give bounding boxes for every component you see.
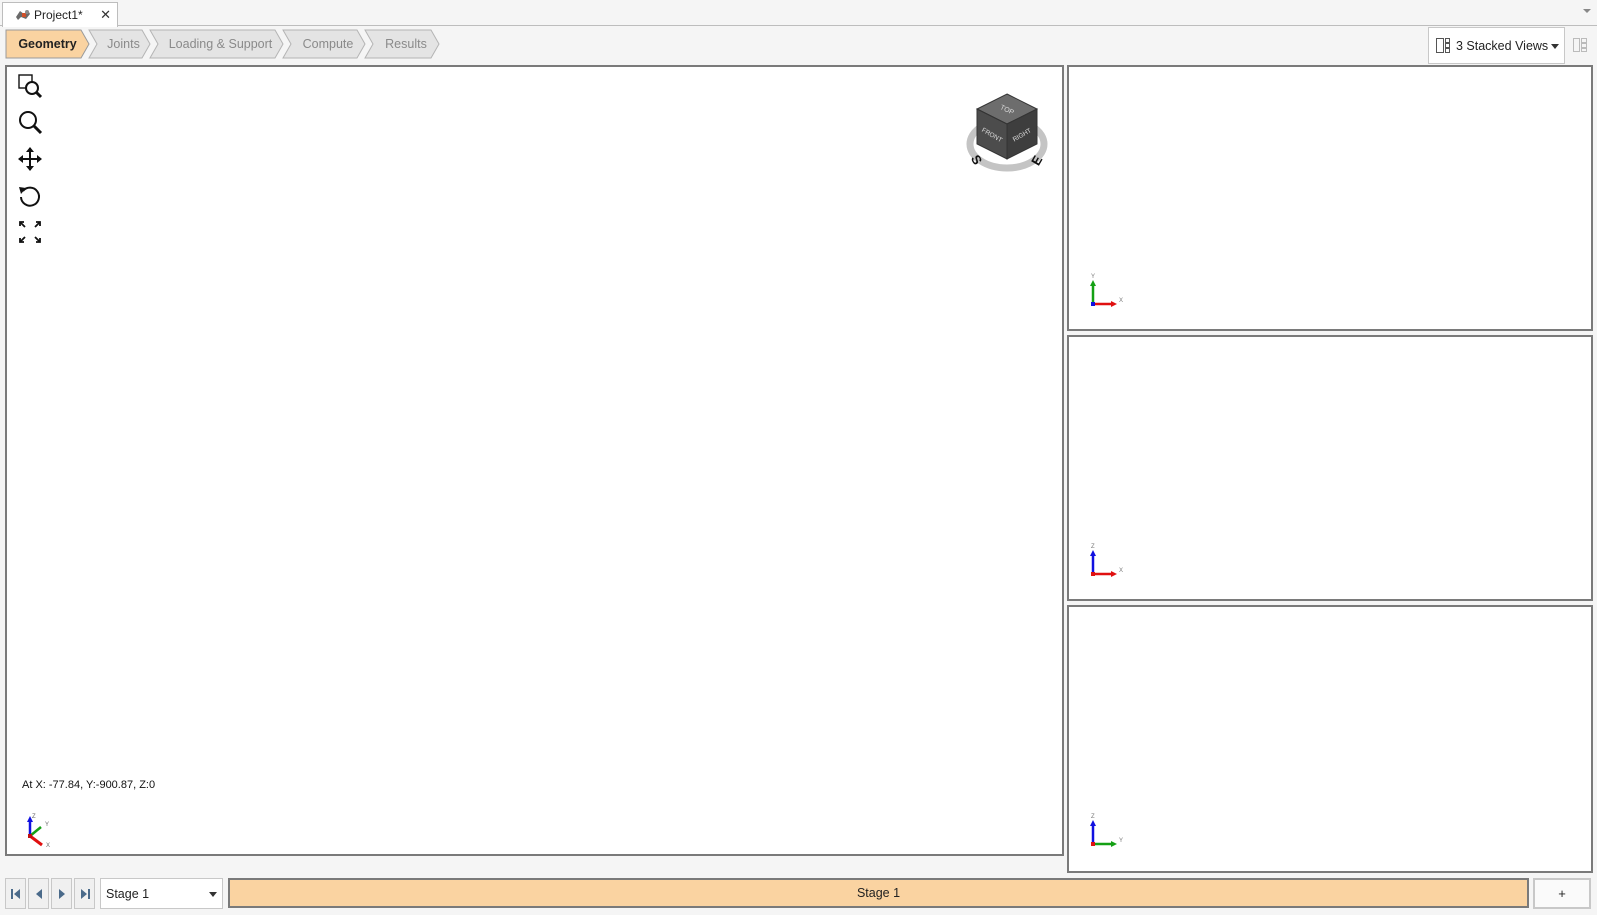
document-tab[interactable]: Project1* ✕ [2, 2, 118, 27]
workflow-breadcrumb: Geometry Joints Loading & Support Comput… [5, 29, 440, 59]
zoom-button[interactable] [15, 107, 45, 137]
project-icon [16, 10, 30, 20]
chevron-down-icon [209, 892, 217, 897]
stage-select-value: Stage 1 [106, 886, 150, 901]
zoom-extents-icon [19, 221, 41, 243]
side-viewport-middle[interactable]: Z X [1067, 335, 1593, 601]
last-stage-button[interactable] [74, 878, 95, 909]
previous-stage-icon [35, 888, 42, 899]
side-viewport-bottom[interactable]: Z Y [1067, 605, 1593, 873]
workflow-step-loading-support[interactable]: Loading & Support [149, 29, 284, 59]
stage-toolbar: Stage 1 Stage 1 + [0, 876, 1597, 915]
chevron-down-icon [1551, 44, 1559, 49]
tab-overflow-chevron-icon[interactable] [1583, 9, 1591, 13]
triad-label-up: Z [1091, 544, 1095, 550]
next-stage-button[interactable] [51, 878, 72, 909]
add-stage-button[interactable]: + [1533, 878, 1591, 909]
close-icon[interactable]: ✕ [100, 7, 111, 23]
triad-label-up: Z [1091, 814, 1095, 820]
layout-toggle-icon[interactable] [1570, 35, 1590, 55]
workflow-bar: Geometry Joints Loading & Support Comput… [0, 27, 1597, 64]
zoom-extents-button[interactable] [15, 217, 45, 247]
last-stage-icon [80, 888, 90, 899]
first-stage-button[interactable] [5, 878, 26, 909]
stage-select[interactable]: Stage 1 [100, 878, 223, 909]
triad-label-right: X [1119, 568, 1123, 574]
triad-label-right: X [1119, 298, 1123, 304]
workflow-step-geometry[interactable]: Geometry [5, 29, 90, 59]
rotate-icon [19, 186, 40, 207]
triad-label-z: Z [32, 814, 36, 820]
stage-tab-label: Stage 1 [856, 886, 901, 900]
view-layout-label: 3 Stacked Views [1456, 38, 1549, 53]
stacked-views-icon [1436, 37, 1450, 53]
previous-stage-button[interactable] [28, 878, 49, 909]
axis-triad-yz: Z Y [1090, 814, 1123, 847]
navigation-cube[interactable]: TOP FRONT RIGHT S E [962, 89, 1052, 179]
next-stage-icon [58, 888, 65, 899]
workflow-step-results[interactable]: Results [364, 29, 440, 59]
axis-triad-xz: Z X [1090, 544, 1123, 577]
zoom-icon [19, 111, 43, 135]
pan-button[interactable] [15, 144, 45, 174]
workflow-step-compute[interactable]: Compute [282, 29, 366, 59]
document-tab-bar: Project1* ✕ [0, 0, 1597, 27]
side-viewport-top[interactable]: Y X [1067, 65, 1593, 331]
view-layout-select[interactable]: 3 Stacked Views [1428, 27, 1565, 64]
coordinate-readout: At X: -77.84, Y:-900.87, Z:0 [22, 779, 156, 791]
workflow-step-joints[interactable]: Joints [88, 29, 151, 59]
triad-label-up: Y [1091, 274, 1095, 280]
triad-label-y: Y [45, 822, 49, 828]
first-stage-icon [10, 888, 20, 899]
plus-icon: + [1558, 886, 1566, 901]
stage-tab-active[interactable]: Stage 1 [228, 878, 1529, 908]
triad-label-right: Y [1119, 838, 1123, 844]
zoom-window-icon [18, 74, 43, 99]
rotate-button[interactable] [15, 181, 45, 211]
axis-triad-3d: Z Y X [27, 814, 50, 848]
zoom-window-button[interactable] [15, 71, 45, 101]
triad-label-x: X [46, 843, 50, 848]
main-3d-viewport[interactable]: TOP FRONT RIGHT S E At X: -77.84, Y:-900… [5, 65, 1064, 856]
axis-triad-xy: Y X [1090, 274, 1123, 307]
document-tab-title: Project1* [34, 8, 83, 22]
pan-icon [18, 147, 42, 171]
